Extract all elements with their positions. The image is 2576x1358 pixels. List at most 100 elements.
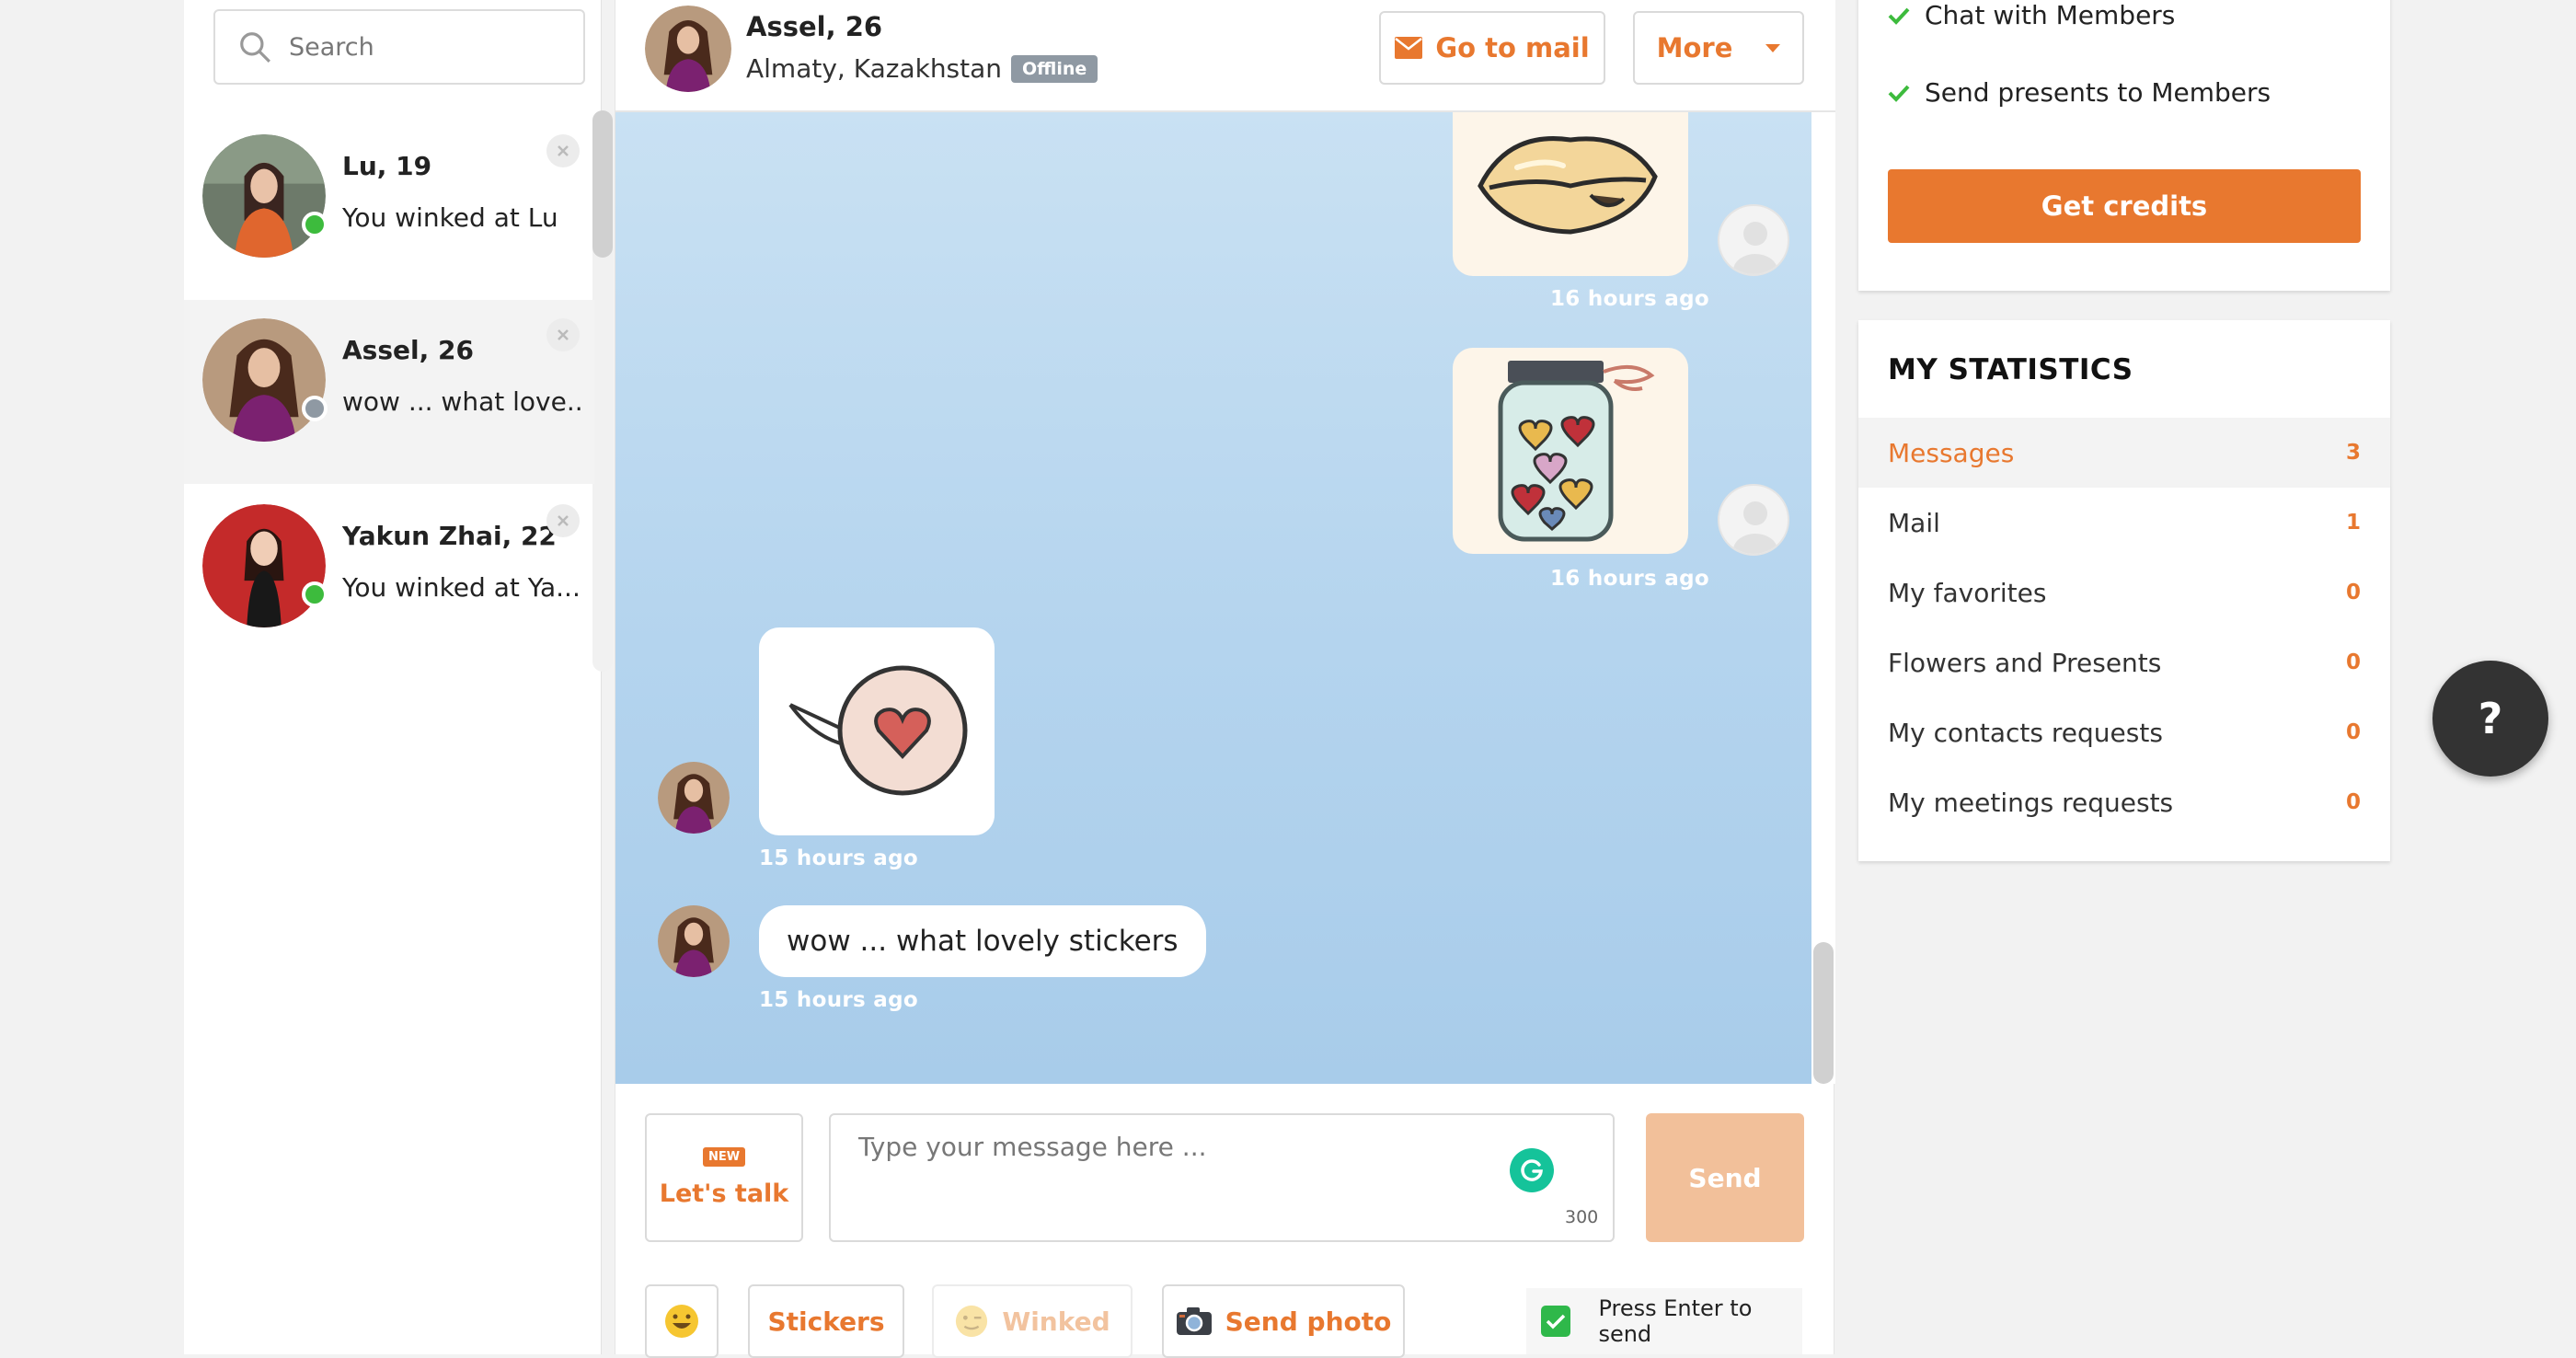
stat-label: My meetings requests (1888, 787, 2174, 818)
stat-count: 3 (2345, 441, 2361, 465)
go-to-mail-label: Go to mail (1435, 32, 1590, 63)
check-icon (1888, 7, 1910, 25)
press-enter-toggle[interactable]: Press Enter to send (1526, 1288, 1802, 1354)
message-sticker-outgoing (1453, 112, 1688, 276)
messages-scroll-track[interactable] (1811, 112, 1835, 1084)
more-label: More (1656, 32, 1733, 63)
statistics-card: MY STATISTICS Messages 3 Mail 1 My favor… (1858, 320, 2390, 861)
contact-item-assel[interactable]: Assel, 26 wow ... what love... (184, 300, 594, 484)
stat-row-messages[interactable]: Messages 3 (1858, 418, 2390, 488)
avatar[interactable] (645, 6, 731, 92)
messages-scrollbar[interactable] (1813, 942, 1834, 1084)
avatar (658, 762, 730, 834)
camera-icon (1176, 1307, 1212, 1335)
perk-label: Send presents to Members (1925, 77, 2271, 108)
remove-contact-icon[interactable] (546, 504, 580, 537)
avatar (658, 905, 730, 977)
message-timestamp: 16 hours ago (1550, 567, 1709, 591)
contact-name: Yakun Zhai, 22 (342, 521, 557, 551)
stat-count: 0 (2345, 650, 2361, 674)
winked-button[interactable]: Winked (932, 1284, 1133, 1358)
winked-label: Winked (1002, 1306, 1110, 1337)
lets-talk-label: Let's talk (659, 1180, 789, 1208)
contacts-sidebar: Lu, 19 You winked at Lu Assel, 26 wow ..… (184, 0, 613, 1354)
grammarly-icon[interactable] (1510, 1148, 1554, 1192)
stat-row-favorites[interactable]: My favorites 0 (1858, 558, 2390, 627)
avatar (202, 504, 326, 627)
lets-talk-button[interactable]: NEW Let's talk (645, 1113, 803, 1242)
offline-status-dot (302, 396, 328, 421)
avatar (202, 318, 326, 442)
perk-item: Chat with Members (1888, 0, 2175, 30)
search-input[interactable] (289, 32, 565, 62)
char-counter: 300 (1565, 1207, 1599, 1227)
more-button[interactable]: More (1633, 11, 1804, 85)
stat-row-contact-requests[interactable]: My contacts requests 0 (1858, 697, 2390, 767)
message-timestamp: 15 hours ago (759, 988, 918, 1012)
search-icon (240, 32, 270, 63)
message-sticker-outgoing (1453, 348, 1688, 554)
send-button[interactable]: Send (1646, 1113, 1804, 1242)
stat-row-meeting-requests[interactable]: My meetings requests 0 (1858, 767, 2390, 837)
stat-count: 0 (2345, 581, 2361, 604)
stat-label: Mail (1888, 507, 1940, 538)
send-photo-label: Send photo (1225, 1306, 1392, 1337)
chat-partner-location-row: Almaty, Kazakhstan Offline (746, 53, 1098, 84)
my-avatar-placeholder (1718, 204, 1789, 276)
perk-label: Chat with Members (1925, 0, 2176, 30)
emoji-icon (665, 1305, 698, 1338)
stickers-label: Stickers (767, 1306, 885, 1337)
heart-speech-bubble-sticker-icon (788, 665, 968, 796)
stat-row-mail[interactable]: Mail 1 (1858, 488, 2390, 558)
new-badge: NEW (702, 1147, 746, 1167)
credits-card: Chat with Members Send presents to Membe… (1858, 0, 2390, 291)
contact-preview: wow ... what love... (342, 386, 583, 417)
message-timestamp: 15 hours ago (759, 846, 918, 870)
emoji-button[interactable] (645, 1284, 719, 1358)
wink-icon (956, 1305, 988, 1338)
go-to-mail-button[interactable]: Go to mail (1379, 11, 1605, 85)
online-status-dot (302, 212, 328, 237)
check-icon[interactable] (1541, 1306, 1571, 1337)
message-input[interactable] (858, 1132, 1484, 1162)
send-photo-button[interactable]: Send photo (1162, 1284, 1405, 1358)
remove-contact-icon[interactable] (546, 134, 580, 167)
stat-label: Messages (1888, 437, 2015, 468)
stat-row-flowers-presents[interactable]: Flowers and Presents 0 (1858, 627, 2390, 697)
avatar (202, 134, 326, 258)
stat-label: My favorites (1888, 577, 2047, 608)
stat-count: 0 (2345, 720, 2361, 744)
contacts-scrollbar[interactable] (592, 110, 613, 258)
contact-name: Lu, 19 (342, 151, 432, 181)
remove-contact-icon[interactable] (546, 318, 580, 351)
statistics-title: MY STATISTICS (1888, 353, 2133, 386)
message-timestamp: 16 hours ago (1550, 287, 1709, 311)
search-box[interactable] (213, 9, 585, 85)
stickers-button[interactable]: Stickers (748, 1284, 904, 1358)
chat-panel: Assel, 26 Almaty, Kazakhstan Offline Go … (615, 0, 1835, 1358)
my-avatar-placeholder (1718, 484, 1789, 556)
contact-item-yakun[interactable]: Yakun Zhai, 22 You winked at Ya... (184, 486, 594, 670)
check-icon (1888, 85, 1910, 102)
message-bubble-incoming: wow ... what lovely stickers (759, 905, 1206, 977)
perk-item: Send presents to Members (1888, 77, 2271, 108)
message-input-box[interactable]: 300 (829, 1113, 1615, 1242)
hearts-jar-sticker-icon (1498, 361, 1655, 542)
press-enter-label: Press Enter to send (1598, 1295, 1753, 1347)
contact-item-lu[interactable]: Lu, 19 You winked at Lu (184, 116, 594, 300)
contact-preview: You winked at Lu (342, 202, 558, 233)
chat-header: Assel, 26 Almaty, Kazakhstan Offline Go … (615, 0, 1835, 112)
stat-label: My contacts requests (1888, 717, 2163, 748)
lips-sticker-icon (1478, 136, 1658, 235)
contact-name: Assel, 26 (342, 335, 474, 365)
contact-preview: You winked at Ya... (342, 572, 581, 603)
chevron-down-icon (1765, 43, 1781, 52)
get-credits-button[interactable]: Get credits (1888, 169, 2361, 243)
chat-partner-location: Almaty, Kazakhstan (746, 53, 1003, 84)
message-sticker-incoming (759, 627, 995, 835)
stat-label: Flowers and Presents (1888, 647, 2162, 678)
help-button[interactable]: ? (2432, 661, 2548, 777)
chat-partner-name: Assel, 26 (746, 11, 883, 42)
stat-count: 0 (2345, 790, 2361, 814)
online-status-dot (302, 581, 328, 607)
